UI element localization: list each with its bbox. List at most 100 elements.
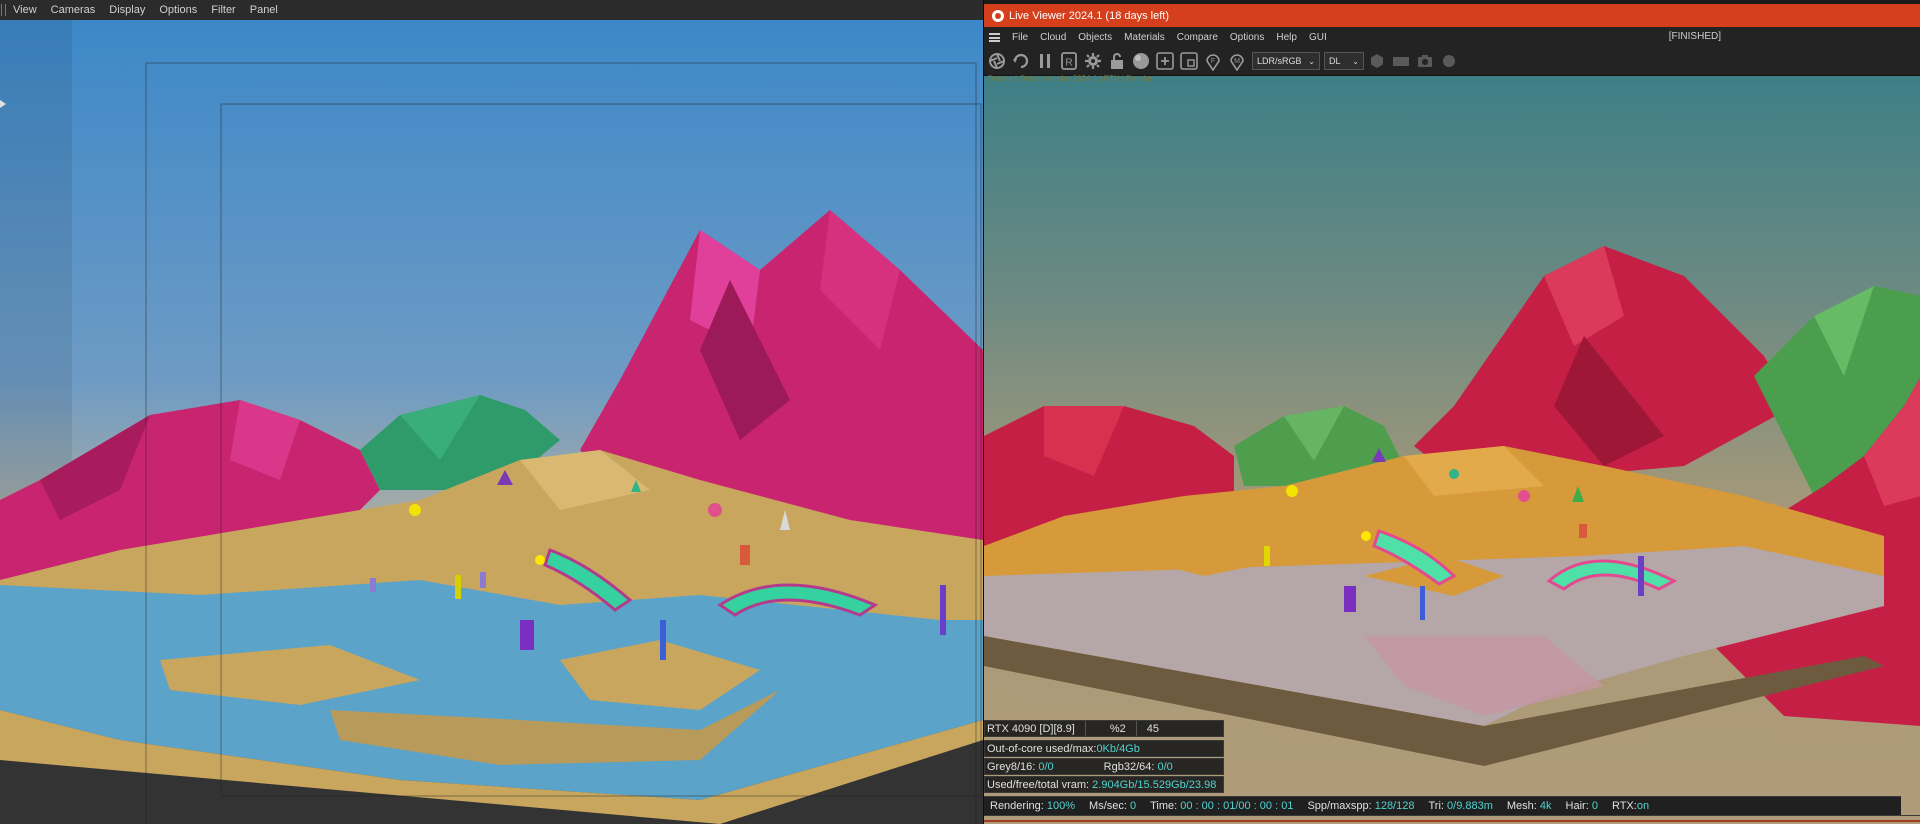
kernel-select[interactable]: DL ⌄ <box>1324 52 1364 70</box>
lv-menu-materials[interactable]: Materials <box>1118 32 1171 43</box>
sphere-icon[interactable] <box>1131 51 1151 71</box>
hair-value: 0 <box>1591 800 1598 812</box>
out-of-core-value: 0Kb/4Gb <box>1096 742 1140 755</box>
gear-icon[interactable] <box>1083 51 1103 71</box>
svg-text:F: F <box>1211 58 1215 65</box>
rendering-label: Rendering: <box>990 800 1044 812</box>
gpu-stat-row: RTX 4090 [D][8.9] %2 45 <box>984 720 1224 737</box>
lv-menu-compare[interactable]: Compare <box>1171 32 1224 43</box>
out-of-core-label: Out-of-core used/max: <box>987 742 1097 755</box>
lv-menu-help[interactable]: Help <box>1270 32 1303 43</box>
vram-row: Used/free/total vram: 2.904Gb/15.529Gb/2… <box>984 776 1224 793</box>
render-serpent-eye <box>1361 531 1371 541</box>
render-prop-tree-teal <box>1449 469 1459 479</box>
rgb-value: 0/0 <box>1157 760 1173 773</box>
prop-cactus-purple <box>520 620 534 650</box>
render-prop-totem-purple <box>1638 556 1644 596</box>
camera-icon[interactable] <box>1415 51 1435 71</box>
colorspace-select-value: LDR/sRGB <box>1257 56 1302 66</box>
vram-label: Used/free/total vram: <box>987 778 1090 791</box>
live-viewer-menubar: File Cloud Objects Materials Compare Opt… <box>984 27 1920 47</box>
live-viewer-toolbar: R F M LDR/sRGB ⌄ DL ⌄ <box>984 47 1920 76</box>
rgb-label: Rgb32/64: <box>1103 760 1155 773</box>
gpu-name: RTX 4090 [D][8.9] <box>987 722 1075 735</box>
ms-value: 0 <box>1130 800 1137 812</box>
viewport-menubar: View Cameras Display Options Filter Pane… <box>0 0 983 21</box>
spp-value: 128/128 <box>1374 800 1415 812</box>
live-viewer-title: Live Viewer 2024.1 (18 days left) <box>1009 9 1169 22</box>
prop-flower-red <box>740 545 750 565</box>
rtx-label: RTX: <box>1611 800 1637 812</box>
render-tag-overlay: Octane | Octane render 2024.1 | RTX | Re… <box>987 74 1153 83</box>
refresh-icon[interactable] <box>1011 51 1031 71</box>
tri-value: 0/9.883m <box>1447 800 1493 812</box>
film-icon[interactable] <box>1391 51 1411 71</box>
lv-menu-gui[interactable]: GUI <box>1303 32 1333 43</box>
ms-label: Ms/sec: <box>1089 800 1127 812</box>
prop-totem-purple <box>940 585 946 635</box>
render-status: [FINISHED] <box>1668 31 1721 42</box>
menu-panel[interactable]: Panel <box>243 0 285 20</box>
lv-menu-cloud[interactable]: Cloud <box>1034 32 1072 43</box>
gpu-temp: 45 <box>1146 722 1160 735</box>
render-region-icon[interactable]: R <box>1059 51 1079 71</box>
focus-pick-icon[interactable]: F <box>1203 51 1223 71</box>
rtx-value: on <box>1636 800 1650 812</box>
render-prop-balloon <box>1286 485 1298 497</box>
render-prop-cactus-yellow <box>1264 546 1270 566</box>
out-of-core-row: Out-of-core used/max: 0Kb/4Gb <box>984 740 1224 757</box>
menu-cameras[interactable]: Cameras <box>44 0 103 20</box>
menu-display[interactable]: Display <box>102 0 152 20</box>
live-viewer-titlebar[interactable]: Live Viewer 2024.1 (18 days left) <box>984 4 1920 27</box>
lv-menu-objects[interactable]: Objects <box>1072 32 1118 43</box>
vram-value: 2.904Gb/15.529Gb/23.98 <box>1092 778 1217 791</box>
grey-value: 0/0 <box>1038 760 1054 773</box>
tri-label: Tri: <box>1428 800 1444 812</box>
divider <box>1135 721 1137 736</box>
render-prop-tree-pink <box>1518 490 1530 502</box>
hair-label: Hair: <box>1565 800 1589 812</box>
viewport-scene[interactable] <box>0 20 983 824</box>
render-prop-cactus <box>1344 586 1356 612</box>
lock-icon[interactable] <box>1107 51 1127 71</box>
prop-totem-blue <box>660 620 666 660</box>
divider <box>1084 721 1086 736</box>
svg-text:M: M <box>1234 58 1240 65</box>
render-canvas[interactable] <box>984 76 1920 824</box>
rendering-value: 100% <box>1046 800 1076 812</box>
statusbar-divider <box>984 815 1920 816</box>
menu-filter[interactable]: Filter <box>204 0 242 20</box>
pause-icon[interactable] <box>1035 51 1055 71</box>
octane-logo-icon <box>992 9 1004 22</box>
time-value: 00 : 00 : 01/00 : 00 : 01 <box>1180 800 1294 812</box>
render-prop-flower-red <box>1579 524 1587 538</box>
region-icon[interactable] <box>1179 51 1199 71</box>
mesh-value: 4k <box>1539 800 1552 812</box>
lv-menu-file[interactable]: File <box>1006 32 1034 43</box>
material-pick-icon[interactable]: M <box>1227 51 1247 71</box>
hamburger-menu-icon[interactable] <box>989 32 1000 42</box>
spp-label: Spp/maxspp: <box>1307 800 1372 812</box>
window-bottom-accent <box>984 820 1920 822</box>
hexagon-icon[interactable] <box>1367 51 1387 71</box>
colorspace-select[interactable]: LDR/sRGB ⌄ <box>1252 52 1320 70</box>
prop-tree-pink <box>708 503 722 517</box>
mesh-label: Mesh: <box>1506 800 1537 812</box>
chevron-down-icon: ⌄ <box>1308 56 1315 66</box>
lv-menu-options[interactable]: Options <box>1224 32 1270 43</box>
prop-balloon-yellow <box>409 504 421 516</box>
gpu-percent: %2 <box>1109 722 1126 735</box>
menu-view[interactable]: View <box>6 0 44 20</box>
aperture-icon[interactable] <box>987 51 1007 71</box>
editor-viewport[interactable]: View Cameras Display Options Filter Pane… <box>0 0 983 824</box>
live-viewer-window: Live Viewer 2024.1 (18 days left) File C… <box>983 0 1920 824</box>
svg-text:R: R <box>1065 58 1072 69</box>
record-icon[interactable] <box>1439 51 1459 71</box>
serpent-eye <box>535 555 545 565</box>
prop-stone-2 <box>480 572 486 588</box>
render-prop-totem-blue <box>1420 586 1425 620</box>
add-region-icon[interactable] <box>1155 51 1175 71</box>
chevron-down-icon: ⌄ <box>1352 56 1359 66</box>
menu-options[interactable]: Options <box>152 0 204 20</box>
prop-stone-1 <box>370 578 376 592</box>
